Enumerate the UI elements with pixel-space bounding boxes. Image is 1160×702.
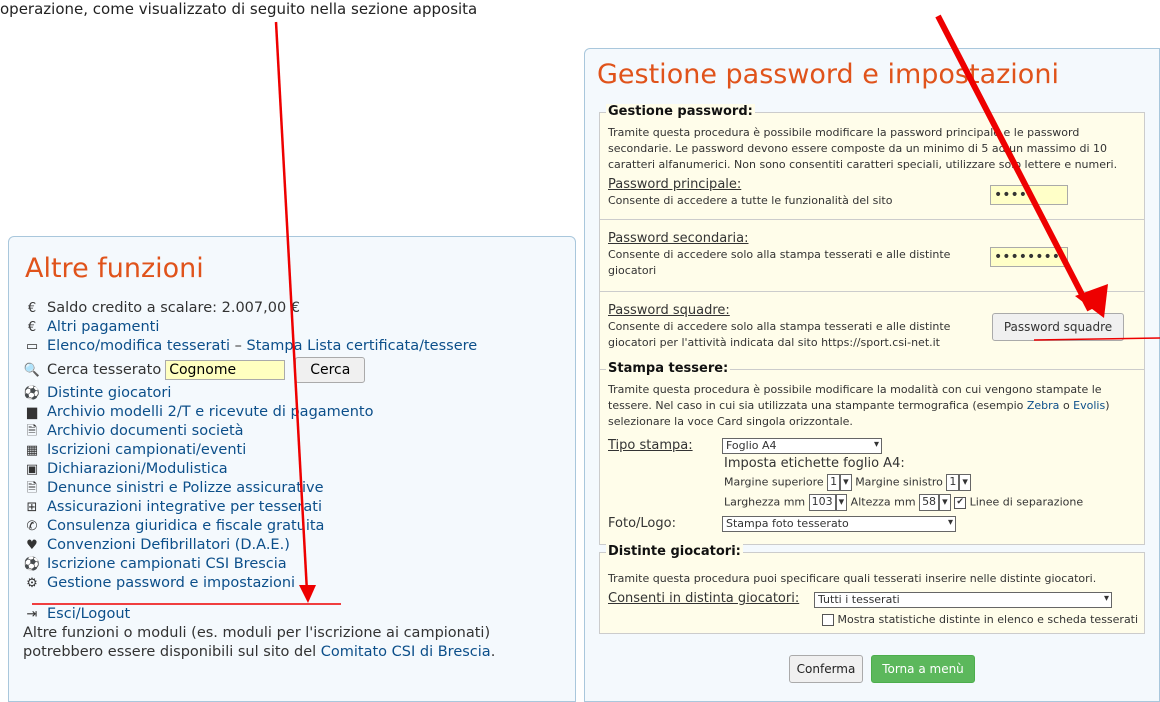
annotation-arrow-right [935,14,1093,312]
underline-right [1033,337,1160,341]
annotation-arrows [32,14,1160,605]
annotation-arrow-left [274,21,309,593]
